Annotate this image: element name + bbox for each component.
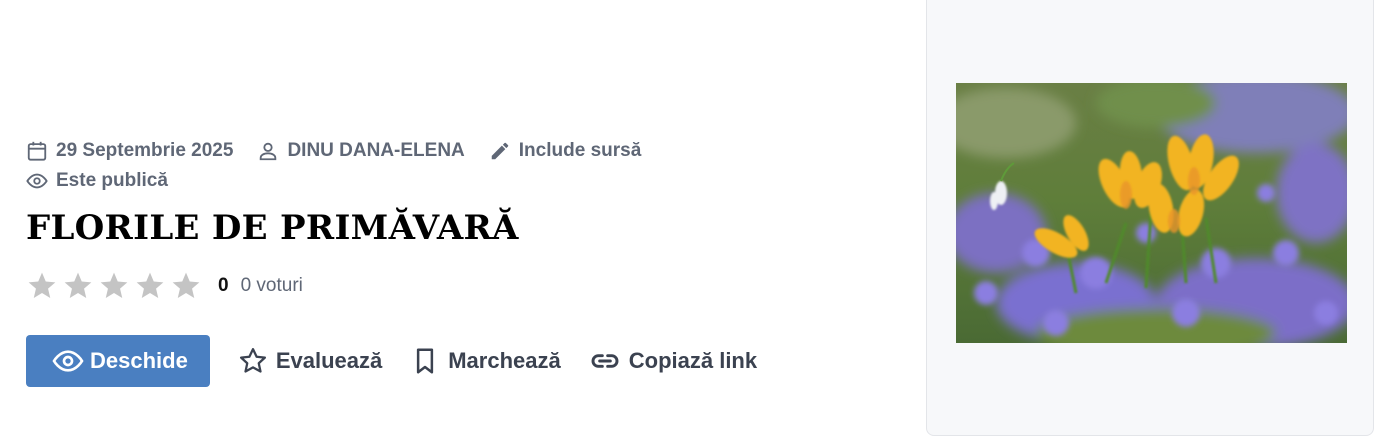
page-title: FLORILE DE PRIMĂVARĂ <box>26 208 519 248</box>
bookmark-button[interactable]: Marchează <box>410 346 561 376</box>
visibility-text: Este publică <box>56 170 168 191</box>
rating-votes: 0 voturi <box>240 275 303 296</box>
star-outline-icon <box>239 348 266 373</box>
eye-icon <box>26 173 48 189</box>
author-text: DINU DANA-ELENA <box>287 140 465 161</box>
rate-button[interactable]: Evaluează <box>238 346 382 376</box>
date-meta: 29 Septembrie 2025 <box>26 140 233 162</box>
star-icon[interactable] <box>134 270 166 302</box>
source-meta: Include sursă <box>489 140 642 162</box>
star-icon[interactable] <box>26 270 58 302</box>
copy-link-button-label: Copiază link <box>628 348 758 373</box>
link-icon <box>591 354 619 368</box>
calendar-icon <box>27 141 47 161</box>
action-bar: Deschide Evaluează Marchează Copiază lin… <box>26 335 757 387</box>
rating: 0 0 voturi <box>26 270 303 302</box>
open-button-label: Deschide <box>90 348 188 373</box>
visibility-meta: Este publică <box>26 170 168 192</box>
meta-row: 29 Septembrie 2025 DINU DANA-ELENA Inclu… <box>26 140 665 162</box>
rating-value: 0 <box>218 275 229 296</box>
date-text: 29 Septembrie 2025 <box>56 140 234 161</box>
pencil-icon <box>491 142 509 160</box>
rate-button-label: Evaluează <box>275 348 383 373</box>
meta-row: Este publică <box>26 170 192 192</box>
user-icon <box>260 142 277 161</box>
source-text: Include sursă <box>518 140 642 161</box>
star-icon[interactable] <box>170 270 202 302</box>
copy-link-button[interactable]: Copiază link <box>589 345 757 377</box>
star-icon[interactable] <box>62 270 94 302</box>
cover-image[interactable] <box>956 83 1347 343</box>
star-rating[interactable] <box>26 270 206 302</box>
author-meta[interactable]: DINU DANA-ELENA <box>257 140 465 162</box>
eye-icon <box>52 350 84 372</box>
open-button[interactable]: Deschide <box>26 335 210 387</box>
bookmark-icon <box>417 348 434 374</box>
star-icon[interactable] <box>98 270 130 302</box>
bookmark-button-label: Marchează <box>448 348 561 373</box>
